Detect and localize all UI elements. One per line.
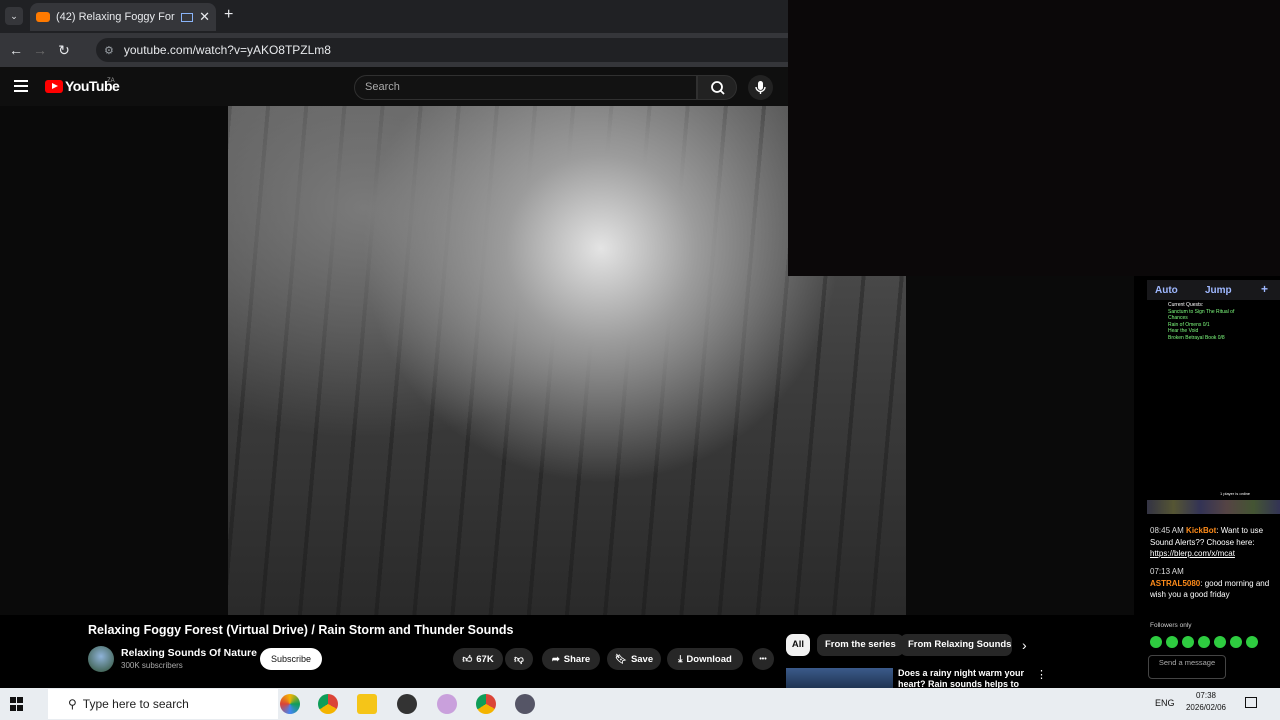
search-input[interactable]: Search xyxy=(354,75,697,100)
back-icon[interactable]: ← xyxy=(4,42,28,58)
close-tab-icon[interactable]: ✕ xyxy=(199,9,210,25)
url-text: youtube.com/watch?v=yAKO8TPZLm8 xyxy=(123,43,331,57)
language-indicator[interactable]: ENG xyxy=(1155,698,1175,708)
microphone-icon xyxy=(755,81,766,94)
share-label: Share xyxy=(563,653,591,665)
taskbar-search-placeholder: Type here to search xyxy=(82,697,189,711)
search-icon xyxy=(711,81,725,95)
chat-input[interactable]: Send a message xyxy=(1148,655,1226,679)
search-button[interactable] xyxy=(697,75,737,100)
dislike-button[interactable]: 👎︎ xyxy=(505,648,533,670)
message-time: 08:45 AM xyxy=(1150,526,1184,535)
snipping-tool-icon[interactable] xyxy=(437,694,457,714)
message-user[interactable]: KickBot xyxy=(1186,526,1216,535)
voice-search-button[interactable] xyxy=(748,75,773,100)
chat-header: Auto Jump + xyxy=(1147,280,1280,300)
app-icon[interactable] xyxy=(515,694,535,714)
clock-date: 2026/02/06 xyxy=(1185,703,1227,712)
players-note: 1 player is online xyxy=(1220,491,1251,496)
share-button[interactable]: ➦ Share xyxy=(542,648,600,670)
chrome-icon[interactable] xyxy=(318,694,338,714)
site-info-icon[interactable]: ⚙ xyxy=(104,44,114,57)
share-icon: ➦ xyxy=(551,653,560,665)
windows-start-icon[interactable] xyxy=(10,697,24,711)
like-button[interactable]: 👍︎ 67K xyxy=(453,648,503,670)
chat-message: 08:45 AM KickBot: Want to use Sound Aler… xyxy=(1150,525,1278,560)
channel-avatar[interactable] xyxy=(88,646,114,672)
clock-time: 07:38 xyxy=(1195,691,1217,700)
channel-name[interactable]: Relaxing Sounds Of Nature xyxy=(121,647,257,659)
jump-tab[interactable]: Jump xyxy=(1205,285,1232,296)
message-time: 07:13 AM xyxy=(1150,567,1184,576)
chat-message: 07:13 AM ASTRAL5080: good morning and wi… xyxy=(1150,566,1278,601)
country-code: ZA xyxy=(107,78,115,84)
subscriber-count: 300K subscribers xyxy=(121,661,183,670)
game-icon-bar xyxy=(1147,500,1280,514)
recommendation-title[interactable]: Does a rainy night warm your heart? Rain… xyxy=(898,668,1028,688)
copilot-icon[interactable] xyxy=(280,694,300,714)
search-icon: ⚲ xyxy=(68,697,77,711)
quest-overlay: Current Quests: Sanctum to Sign The Ritu… xyxy=(1168,302,1248,341)
reload-icon[interactable]: ↻ xyxy=(52,42,76,59)
new-tab-button[interactable]: + xyxy=(224,6,233,24)
recommendation-thumbnail[interactable] xyxy=(786,668,893,688)
chevron-right-icon[interactable]: › xyxy=(1022,637,1027,653)
followers-only-label: Followers only xyxy=(1150,622,1192,629)
system-clock[interactable]: 07:38 2026/02/06 xyxy=(1184,690,1228,714)
chip-all[interactable]: All xyxy=(786,634,810,656)
download-icon: ⤓ xyxy=(678,653,683,665)
kebab-menu-icon[interactable]: ⋮ xyxy=(1036,668,1047,681)
message-link[interactable]: https://blerp.com/x/mcat xyxy=(1150,549,1235,558)
thumbs-down-icon: 👎︎ xyxy=(514,654,524,665)
plus-icon[interactable]: + xyxy=(1261,282,1268,296)
save-label: Save xyxy=(630,653,654,665)
tab-title: (42) Relaxing Foggy Forest xyxy=(56,11,175,23)
browser-tab[interactable]: (42) Relaxing Foggy Forest ✕ xyxy=(30,3,216,31)
obs-icon[interactable] xyxy=(397,694,417,714)
tab-list-button[interactable]: ⌄ xyxy=(5,7,23,25)
chip-from-series[interactable]: From the series xyxy=(817,634,904,656)
save-button[interactable]: 🔖︎ Save xyxy=(607,648,661,670)
download-button[interactable]: ⤓ Download xyxy=(667,648,743,670)
notification-icon[interactable] xyxy=(1245,697,1257,708)
file-explorer-icon[interactable] xyxy=(357,694,377,714)
forward-icon[interactable]: → xyxy=(28,42,52,58)
taskbar-search-input[interactable]: ⚲ Type here to search xyxy=(48,689,278,719)
menu-icon[interactable] xyxy=(14,80,28,95)
download-label: Download xyxy=(686,653,732,665)
like-count: 67K xyxy=(476,653,494,665)
media-playing-icon[interactable] xyxy=(181,12,194,22)
auto-tab[interactable]: Auto xyxy=(1155,285,1178,296)
video-title: Relaxing Foggy Forest (Virtual Drive) / … xyxy=(88,623,514,637)
subscribe-button[interactable]: Subscribe xyxy=(260,648,322,670)
dark-overlay-window xyxy=(788,0,1280,276)
chrome-profile-icon[interactable] xyxy=(476,694,496,714)
youtube-logo-icon[interactable] xyxy=(45,80,63,93)
thumbs-up-icon: 👍︎ xyxy=(462,654,473,665)
youtube-favicon-icon xyxy=(36,12,50,22)
chip-from-channel[interactable]: From Relaxing Sounds Of xyxy=(900,634,1012,656)
bookmark-icon: 🔖︎ xyxy=(614,653,627,665)
quest-line: Broken Betrayal Book 0/8 xyxy=(1168,334,1225,341)
more-actions-button[interactable]: ••• xyxy=(752,648,774,670)
message-user[interactable]: ASTRAL5080 xyxy=(1150,579,1200,588)
emote-bar[interactable] xyxy=(1150,636,1265,650)
address-bar[interactable]: ⚙ youtube.com/watch?v=yAKO8TPZLm8 xyxy=(96,38,788,62)
